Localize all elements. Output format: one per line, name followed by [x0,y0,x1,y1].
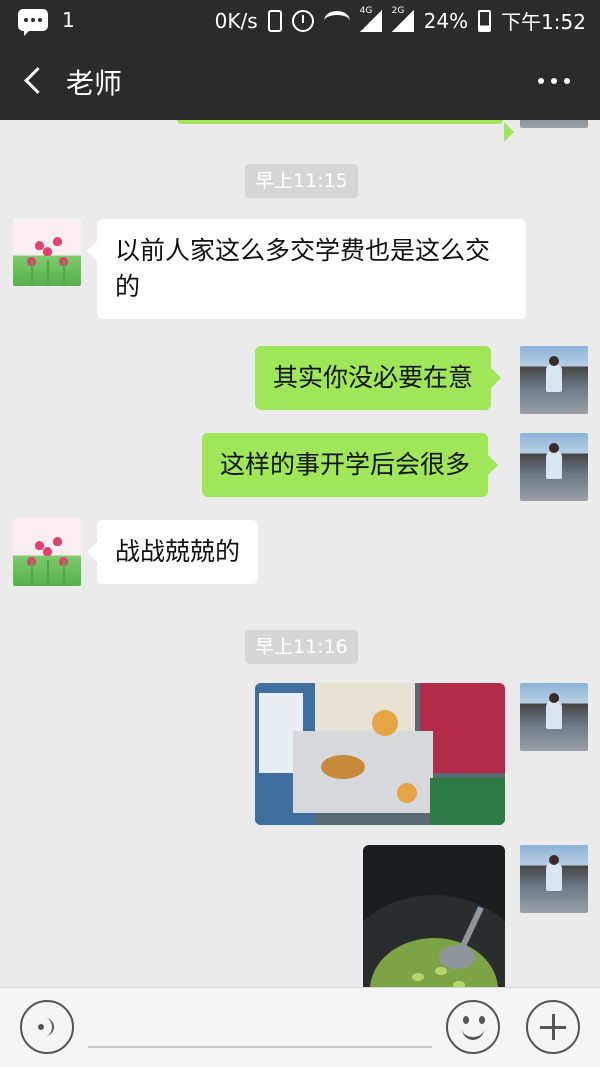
my-avatar[interactable] [520,120,588,128]
my-avatar[interactable] [520,346,588,414]
voice-icon[interactable] [20,1000,74,1054]
wifi-icon [323,10,350,31]
my-avatar[interactable] [520,683,588,751]
emoji-icon[interactable] [446,1000,500,1054]
signal-4g-icon: 4G [359,6,382,32]
message-notification-icon [18,9,48,36]
back-arrow-icon[interactable] [22,66,44,96]
notification-count: 1 [62,8,75,32]
teacher-avatar[interactable] [13,218,81,286]
my-avatar[interactable] [520,433,588,501]
network-2g-label: 2G [391,5,405,16]
vibrate-icon [267,9,282,32]
teacher-avatar[interactable] [13,518,81,586]
network-4g-label: 4G [359,5,373,16]
plus-icon[interactable] [526,1000,580,1054]
message-bubble[interactable]: 以前人家这么多交学费也是这么交的 [87,219,526,319]
message-bubble[interactable]: 这样的事开学后会很多 [202,433,499,497]
network-speed: 0K/s [214,8,258,33]
message-list[interactable]: 早上11:15 以前人家这么多交学费也是这么交的 其实你没必要在意 这样的事开学… [0,120,600,987]
my-avatar[interactable] [520,845,588,913]
status-bar: 1 0K/s 4G 2G 24% 下午1:52 [0,0,600,42]
clock: 下午1:52 [501,10,586,34]
message-bubble[interactable]: 战战兢兢的 [86,520,259,584]
battery-icon [478,9,492,32]
contact-name: 老师 [66,67,123,100]
chat-header: 老师 [0,42,600,120]
message-bubble[interactable]: 其实你没必要在意 [255,346,502,410]
input-bar [0,987,600,1067]
battery-level: 24% [423,8,469,33]
photo-message[interactable] [363,845,505,987]
timestamp: 早上11:15 [245,164,358,198]
previous-message-bubble[interactable] [176,120,514,142]
beans-photo [363,895,505,987]
more-dots-icon[interactable] [538,78,570,86]
timestamp: 早上11:16 [245,630,358,664]
photo-message[interactable] [255,683,505,825]
snack-photo [255,683,505,825]
alarm-icon [291,9,314,32]
message-input[interactable] [88,1002,432,1048]
signal-2g-icon: 2G [391,6,414,32]
